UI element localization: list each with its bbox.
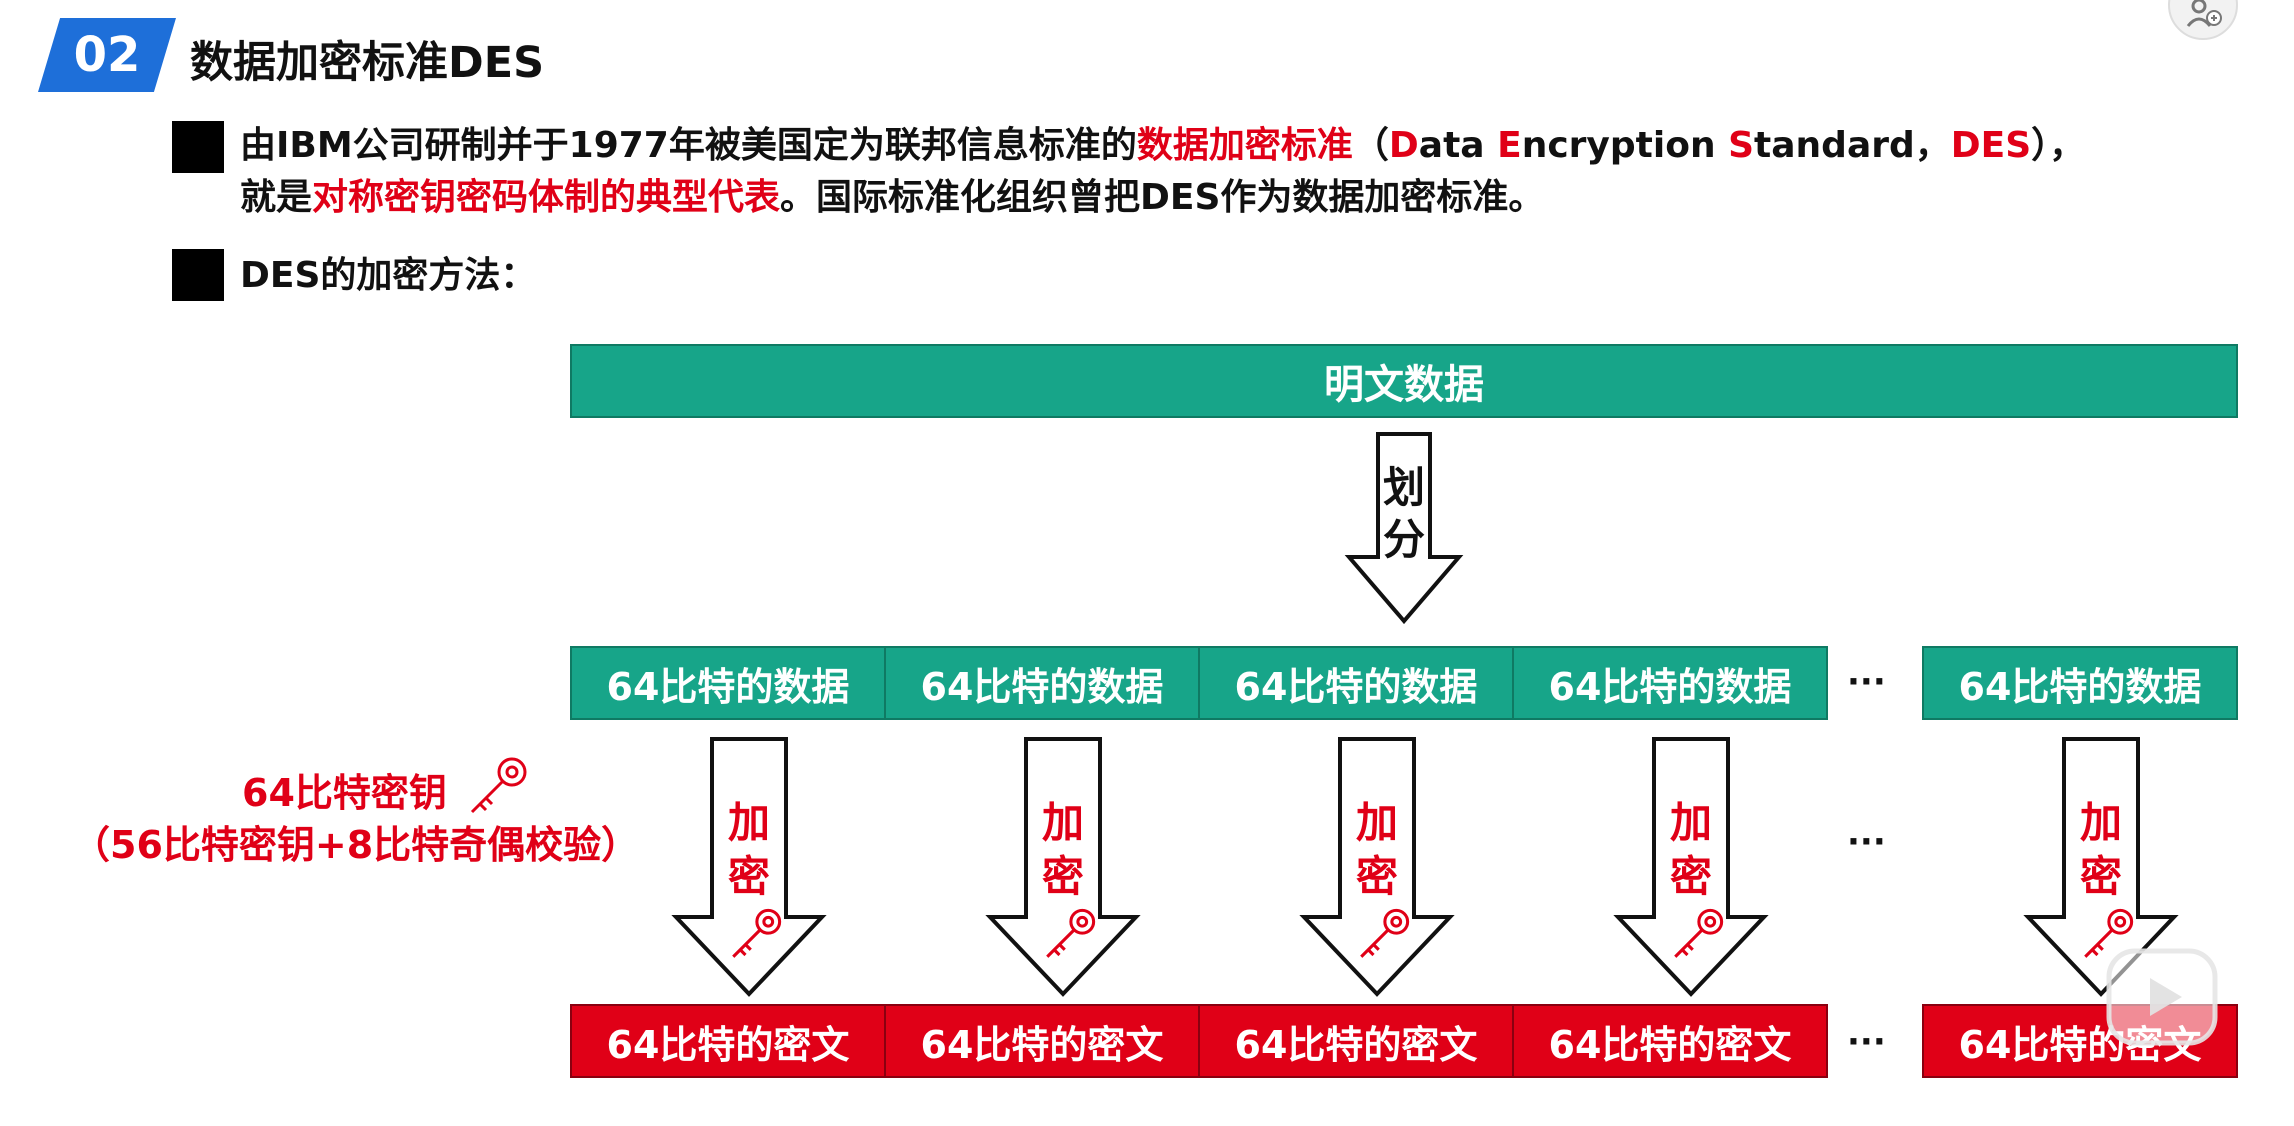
ellipsis: ··· — [1847, 822, 1886, 862]
body-text: ata — [1418, 125, 1498, 166]
cipher-block-3: 64比特的密文 — [1198, 1004, 1514, 1078]
body-text: 。国际标准化组织曾把DES作为数据加密标准。 — [780, 177, 1545, 218]
play-button-icon[interactable] — [2106, 948, 2218, 1046]
body-text: ncryption — [1521, 125, 1729, 166]
body-text: 由IBM公司研制并于1977年被美国定为联邦信息标准的 — [240, 125, 1137, 166]
key-icon — [1674, 908, 1724, 958]
body-text: 就是 — [240, 177, 313, 218]
encrypt-label-4: 加密 — [1669, 798, 1712, 901]
body-text: ）， — [2031, 125, 2086, 166]
body-text: （ — [1352, 125, 1389, 166]
section-number-badge: 02 — [38, 18, 176, 92]
highlight-text: 数据加密标准 — [1136, 125, 1353, 166]
ellipsis: ··· — [1847, 662, 1886, 702]
ellipsis: ··· — [1847, 1022, 1886, 1062]
highlight-text: S — [1728, 125, 1755, 166]
key-icon — [470, 757, 527, 814]
data-block-5: 64比特的数据 — [1922, 646, 2238, 720]
des-method-heading: DES的加密方法： — [240, 255, 537, 296]
key-icon — [1360, 908, 1410, 958]
split-label: 划分 — [1382, 463, 1425, 564]
key-icon — [1046, 908, 1096, 958]
data-block-4: 64比特的数据 — [1512, 646, 1828, 720]
encrypt-label-2: 加密 — [1041, 798, 1084, 901]
data-block-3: 64比特的数据 — [1198, 646, 1514, 720]
highlight-text: D — [1388, 125, 1419, 166]
encrypt-label-3: 加密 — [1355, 798, 1398, 901]
key-detail-label: （56比特密钥+8比特奇偶校验） — [72, 823, 640, 867]
bullet-marker — [172, 121, 224, 173]
cipher-block-2: 64比特的密文 — [884, 1004, 1200, 1078]
key-icon — [732, 908, 782, 958]
cipher-block-1: 64比特的密文 — [570, 1004, 886, 1078]
plaintext-bar: 明文数据 — [570, 344, 2238, 418]
user-add-icon[interactable] — [2168, 0, 2238, 40]
bullet-marker — [172, 249, 224, 301]
key-size-label: 64比特密钥 — [242, 771, 447, 815]
body-text: tandard， — [1754, 125, 1951, 166]
intro-line-2: 就是对称密钥密码体制的典型代表。国际标准化组织曾把DES作为数据加密标准。 — [240, 172, 1544, 224]
encrypt-label-1: 加密 — [727, 798, 770, 901]
data-block-1: 64比特的数据 — [570, 646, 886, 720]
cipher-block-4: 64比特的密文 — [1512, 1004, 1828, 1078]
highlight-text: 对称密钥密码体制的典型代表 — [312, 177, 781, 218]
highlight-text: DES — [1950, 125, 2032, 166]
intro-line-1: 由IBM公司研制并于1977年被美国定为联邦信息标准的数据加密标准（Data E… — [240, 120, 2085, 172]
encrypt-label-5: 加密 — [2079, 798, 2122, 901]
page-title: 数据加密标准DES — [190, 38, 545, 88]
highlight-text: E — [1497, 125, 1522, 166]
data-block-2: 64比特的数据 — [884, 646, 1200, 720]
